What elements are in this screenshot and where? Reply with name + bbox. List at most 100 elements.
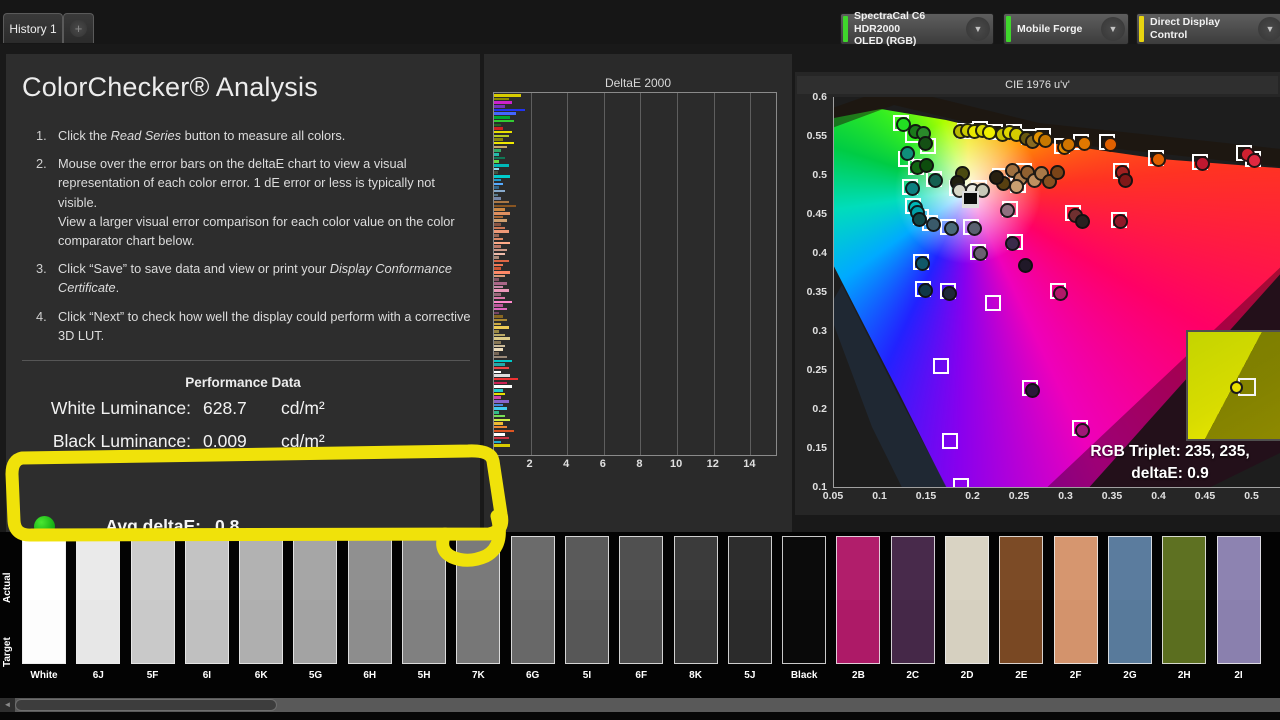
deltae-bar[interactable] — [494, 393, 505, 396]
scrollbar-thumb[interactable] — [15, 699, 277, 711]
deltae-bar[interactable] — [494, 385, 512, 388]
deltae-bar[interactable] — [494, 308, 507, 311]
deltae-bar[interactable] — [494, 171, 498, 174]
deltae-bar[interactable] — [494, 264, 503, 267]
deltae-bar[interactable] — [494, 153, 499, 156]
measured-point[interactable] — [1050, 165, 1065, 180]
deltae-bar[interactable] — [494, 168, 499, 171]
deltae-bar[interactable] — [494, 146, 507, 149]
deltae-bar[interactable] — [494, 400, 509, 403]
deltae-bar[interactable] — [494, 120, 514, 123]
measured-point[interactable] — [1118, 173, 1133, 188]
tab-history-1[interactable]: History 1 — [3, 13, 63, 43]
deltae-bar[interactable] — [494, 160, 499, 163]
deltae-bar[interactable] — [494, 348, 503, 351]
deltae-bar[interactable] — [494, 249, 507, 252]
deltae-bar[interactable] — [494, 230, 509, 233]
deltae-bar[interactable] — [494, 149, 501, 152]
deltae-bar[interactable] — [494, 426, 507, 429]
deltae-bar[interactable] — [494, 404, 503, 407]
measured-point[interactable] — [919, 158, 934, 173]
deltae-bar[interactable] — [494, 242, 510, 245]
deltae-bar[interactable] — [494, 227, 505, 230]
deltae-bar[interactable] — [494, 360, 512, 363]
deltae-bar[interactable] — [494, 201, 509, 204]
measured-point[interactable] — [1103, 137, 1118, 152]
deltae-bar[interactable] — [494, 238, 503, 241]
chevron-down-icon[interactable]: ▼ — [1258, 17, 1280, 41]
deltae-bar[interactable] — [494, 179, 501, 182]
deltae-bar[interactable] — [494, 352, 499, 355]
deltae-bar[interactable] — [494, 367, 509, 370]
deltae-bar[interactable] — [494, 441, 501, 444]
deltae-bar[interactable] — [494, 127, 503, 130]
deltae-bar[interactable] — [494, 135, 509, 138]
meter-dropdown[interactable]: SpectraCal C6 HDR2000 OLED (RGB) ▼ — [840, 13, 994, 45]
target-square[interactable] — [985, 295, 1001, 311]
target-square[interactable] — [953, 478, 969, 488]
deltae-bar[interactable] — [494, 219, 507, 222]
deltae-bar[interactable] — [494, 208, 505, 211]
deltae-bar[interactable] — [494, 112, 516, 115]
deltae-chart-plot[interactable] — [493, 92, 777, 456]
measured-point[interactable] — [967, 221, 982, 236]
target-square[interactable] — [933, 358, 949, 374]
deltae-bar[interactable] — [494, 116, 510, 119]
deltae-bar[interactable] — [494, 323, 501, 326]
deltae-bar[interactable] — [494, 175, 510, 178]
deltae-bar[interactable] — [494, 407, 507, 410]
deltae-bar[interactable] — [494, 183, 503, 186]
deltae-bar[interactable] — [494, 378, 518, 381]
deltae-bar[interactable] — [494, 278, 499, 281]
horizontal-scrollbar[interactable]: ◄ — [0, 698, 1280, 712]
deltae-bar[interactable] — [494, 312, 499, 315]
deltae-bar[interactable] — [494, 286, 503, 289]
add-tab-button[interactable]: + — [63, 13, 94, 43]
deltae-bar[interactable] — [494, 105, 505, 108]
deltae-bar[interactable] — [494, 101, 512, 104]
measured-point[interactable] — [1053, 286, 1068, 301]
deltae-bar[interactable] — [494, 304, 503, 307]
target-square[interactable] — [942, 433, 958, 449]
chevron-down-icon[interactable]: ▼ — [966, 17, 990, 41]
deltae-bar[interactable] — [494, 411, 499, 414]
deltae-bar[interactable] — [494, 419, 510, 422]
deltae-bar[interactable] — [494, 415, 505, 418]
measured-point[interactable] — [928, 173, 943, 188]
deltae-bar[interactable] — [494, 205, 516, 208]
deltae-bar[interactable] — [494, 190, 505, 193]
deltae-bar[interactable] — [494, 245, 501, 248]
deltae-bar[interactable] — [494, 330, 499, 333]
deltae-bar[interactable] — [494, 234, 499, 237]
deltae-bar[interactable] — [494, 289, 509, 292]
deltae-bar[interactable] — [494, 157, 505, 160]
deltae-bar[interactable] — [494, 131, 512, 134]
deltae-bar[interactable] — [494, 341, 501, 344]
deltae-bar[interactable] — [494, 422, 503, 425]
deltae-bar[interactable] — [494, 164, 509, 167]
measured-point[interactable] — [1018, 258, 1033, 273]
deltae-bar[interactable] — [494, 337, 510, 340]
deltae-bars[interactable] — [494, 94, 776, 454]
deltae-bar[interactable] — [494, 334, 505, 337]
deltae-bar[interactable] — [494, 382, 507, 385]
deltae-bar[interactable] — [494, 124, 501, 127]
display-control-dropdown[interactable]: Direct Display Control ▼ — [1136, 13, 1280, 45]
measured-point[interactable] — [912, 212, 927, 227]
deltae-bar[interactable] — [494, 430, 514, 433]
deltae-bar[interactable] — [494, 212, 510, 215]
deltae-bar[interactable] — [494, 194, 498, 197]
deltae-bar[interactable] — [494, 444, 510, 447]
measured-point[interactable] — [973, 246, 988, 261]
deltae-bar[interactable] — [494, 371, 501, 374]
deltae-bar[interactable] — [494, 271, 510, 274]
deltae-bar[interactable] — [494, 363, 505, 366]
deltae-bar[interactable] — [494, 433, 505, 436]
measured-point[interactable] — [900, 146, 915, 161]
measured-point[interactable] — [926, 217, 941, 232]
deltae-bar[interactable] — [494, 109, 525, 112]
deltae-bar[interactable] — [494, 94, 521, 97]
deltae-bar[interactable] — [494, 293, 501, 296]
deltae-bar[interactable] — [494, 216, 503, 219]
deltae-bar[interactable] — [494, 256, 499, 259]
